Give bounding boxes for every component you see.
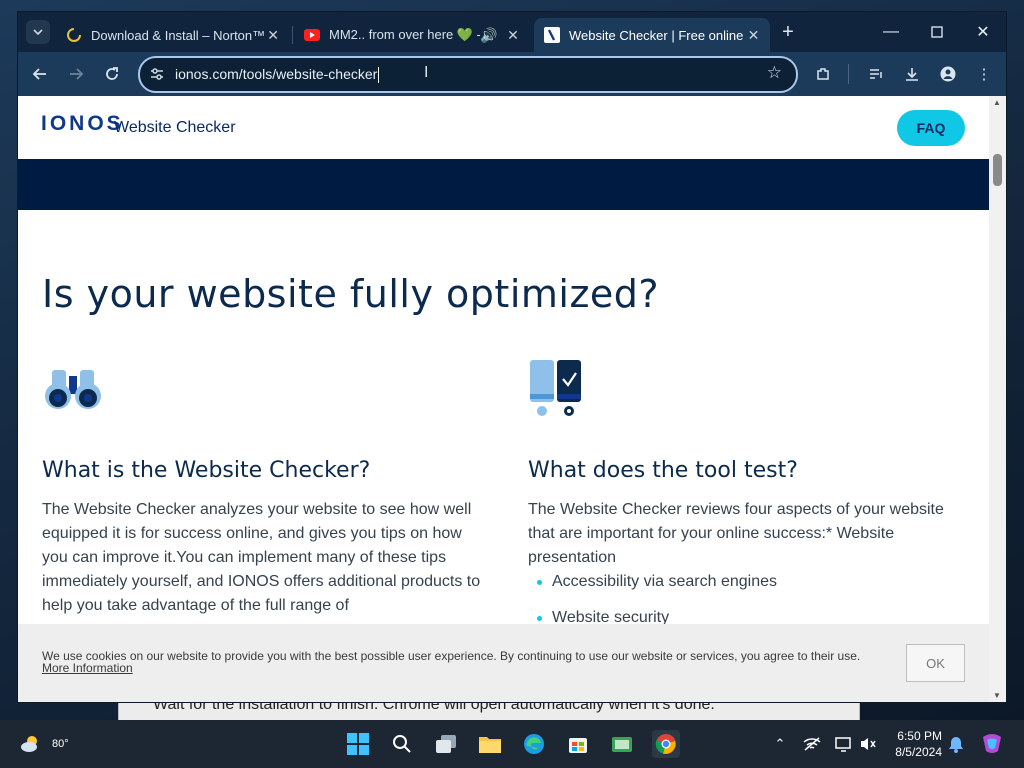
toolbar-divider [848, 64, 849, 84]
cookie-message: We use cookies on our website to provide… [42, 649, 861, 663]
tab-title: Download & Install – Norton™ [91, 27, 265, 43]
search-button[interactable] [388, 730, 416, 758]
temperature: 80° [52, 738, 69, 750]
text-caret [378, 67, 380, 84]
scroll-thumb[interactable] [993, 154, 1002, 186]
section-body: The Website Checker analyzes your websit… [42, 501, 481, 614]
search-icon [393, 735, 411, 753]
hero-band [18, 159, 989, 210]
ibeam-cursor-icon: I [424, 64, 429, 81]
taskbar: 80° ⌃ 6:50 PM 8/5/2024 [0, 720, 1024, 768]
maximize-button[interactable] [914, 18, 960, 46]
reload-icon [106, 67, 118, 80]
menu-kebab-icon[interactable]: ⋮ [970, 60, 998, 88]
weather-cloud-icon [21, 736, 37, 752]
browser-window: Download & Install – Norton™ ✕ MM2.. fro… [18, 12, 1006, 702]
taskbar-clock[interactable]: 6:50 PM 8/5/2024 [886, 728, 942, 760]
new-tab-button[interactable]: + [776, 20, 800, 44]
volume-muted-icon[interactable] [858, 734, 878, 754]
tab-title: Website Checker | Free online p [569, 27, 745, 43]
page-headline: Is your website fully optimized? [42, 272, 660, 316]
cookie-message-wrap: We use cookies on our website to provide… [42, 650, 862, 674]
extensions-icon[interactable] [809, 60, 837, 88]
tab-norton[interactable]: Download & Install – Norton™ ✕ [56, 18, 290, 52]
loading-spinner-icon [66, 27, 82, 43]
tab-strip: Download & Install – Norton™ ✕ MM2.. fro… [18, 12, 1006, 52]
network-icon[interactable] [802, 734, 822, 754]
app-window-icon [612, 737, 632, 752]
url-text: ionos.com/tools/website-checker [175, 66, 378, 82]
scroll-up-arrow-icon[interactable]: ▲ [993, 98, 1001, 107]
download-icon[interactable] [898, 60, 926, 88]
close-tab-icon[interactable]: ✕ [504, 27, 522, 44]
more-information-link[interactable]: More Information [42, 661, 133, 675]
chrome-taskbar-button[interactable] [652, 730, 680, 758]
store-icon [569, 738, 587, 753]
task-view-button[interactable] [432, 730, 460, 758]
arrow-right-icon [70, 68, 84, 80]
back-button[interactable] [26, 60, 54, 88]
media-control-icon[interactable] [862, 60, 890, 88]
url-text-wrap: ionos.com/tools/website-checker [175, 66, 380, 84]
scroll-down-arrow-icon[interactable]: ▼ [993, 691, 1001, 700]
file-explorer-button[interactable] [476, 730, 504, 758]
tab-website-checker[interactable]: Website Checker | Free online p ✕ [534, 18, 770, 52]
tab-search-button[interactable] [26, 20, 50, 44]
page-scrollbar[interactable]: ▲ ▼ [989, 96, 1006, 702]
site-settings-icon[interactable] [148, 65, 166, 83]
chrome-icon [655, 734, 676, 754]
close-tab-icon[interactable]: ✕ [264, 27, 282, 44]
notification-bell-icon[interactable] [946, 734, 966, 754]
reload-button[interactable] [98, 60, 126, 88]
profile-icon[interactable] [934, 60, 962, 88]
list-item: Accessibility via search engines [528, 570, 777, 594]
chevron-down-icon [33, 29, 43, 36]
binoculars-icon [45, 370, 101, 409]
tab-youtube[interactable]: MM2.. from over here 💚 - 🔊 ✕ [294, 18, 530, 52]
cookie-banner: We use cookies on our website to provide… [18, 624, 989, 702]
youtube-icon [304, 27, 320, 43]
edge-icon [524, 734, 544, 754]
copilot-icon[interactable] [980, 734, 1004, 754]
page-viewport: IONOS Website Checker FAQ Is your websit… [18, 96, 989, 702]
display-icon[interactable] [834, 734, 854, 754]
store-button[interactable] [564, 730, 592, 758]
faq-button[interactable]: FAQ [897, 110, 965, 146]
section-body: The Website Checker reviews four aspects… [528, 501, 944, 566]
site-header: IONOS Website Checker FAQ [18, 96, 989, 159]
tab-separator [292, 26, 293, 44]
tab-title: MM2.. from over here 💚 - [329, 27, 481, 42]
devices-check-icon [530, 360, 581, 416]
address-bar[interactable]: ionos.com/tools/website-checker I ☆ [138, 56, 798, 93]
weather-widget[interactable]: 80° [20, 730, 69, 758]
clock-date: 8/5/2024 [895, 745, 942, 759]
clock-time: 6:50 PM [897, 729, 942, 743]
start-button[interactable] [344, 730, 372, 758]
show-hidden-icons[interactable]: ⌃ [770, 734, 790, 754]
brand-subtitle: Website Checker [114, 119, 236, 136]
edge-button[interactable] [520, 730, 548, 758]
close-window-button[interactable]: ✕ [960, 18, 1006, 46]
folder-icon [479, 737, 501, 753]
windows-logo-icon [347, 733, 369, 755]
speaker-icon[interactable]: 🔊 [480, 27, 498, 44]
bookmark-star-icon[interactable]: ☆ [767, 63, 782, 83]
arrow-left-icon [32, 68, 46, 80]
ionos-icon [544, 27, 560, 43]
browser-toolbar: ionos.com/tools/website-checker I ☆ ⋮ [18, 52, 1006, 96]
cookie-ok-button[interactable]: OK [906, 644, 965, 682]
task-view-icon [436, 735, 456, 753]
maximize-icon [931, 26, 943, 38]
minimize-button[interactable]: — [868, 18, 914, 46]
ionos-logo[interactable]: IONOS [41, 112, 124, 136]
section-title: What is the Website Checker? [42, 458, 371, 483]
forward-button[interactable] [62, 60, 90, 88]
close-tab-icon[interactable]: ✕ [745, 27, 762, 44]
section-title: What does the tool test? [528, 458, 798, 483]
app-button[interactable] [608, 730, 636, 758]
